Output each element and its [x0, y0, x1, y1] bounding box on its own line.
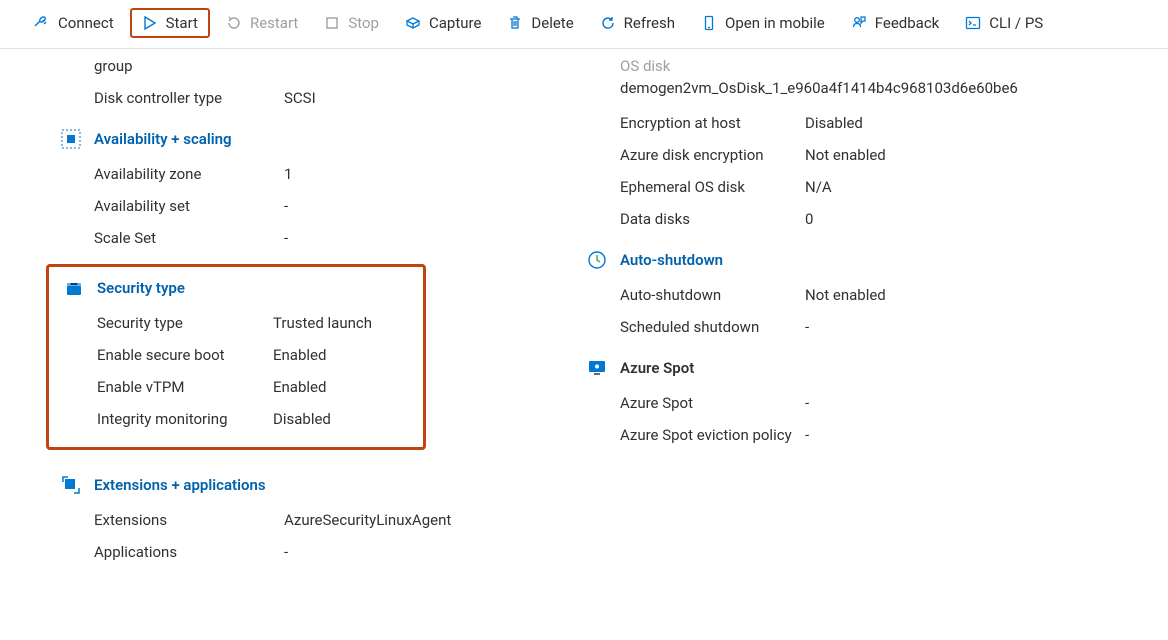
enc-host-label: Encryption at host: [620, 114, 805, 132]
feedback-icon: [851, 15, 867, 31]
os-disk-label-fragment: OS disk: [620, 57, 1140, 75]
spot-eviction-label: Azure Spot eviction policy: [620, 426, 805, 444]
feedback-label: Feedback: [875, 14, 940, 32]
security-type-label: Security type: [97, 314, 273, 332]
applications-value: -: [284, 543, 288, 561]
auto-shutdown-heading-text: Auto-shutdown: [620, 251, 723, 269]
stop-icon: [324, 15, 340, 31]
clock-icon: [586, 249, 608, 271]
play-icon: [142, 15, 158, 31]
open-in-mobile-button[interactable]: Open in mobile: [691, 8, 835, 38]
refresh-icon: [600, 15, 616, 31]
start-label: Start: [166, 14, 198, 32]
azure-spot-value: -: [805, 394, 809, 412]
enc-host-value: Disabled: [805, 114, 863, 132]
data-disks-value: 0: [805, 210, 813, 228]
trash-icon: [507, 15, 523, 31]
security-icon: [63, 277, 85, 299]
mobile-icon: [701, 15, 717, 31]
restart-button: Restart: [216, 8, 308, 38]
connect-label: Connect: [58, 14, 114, 32]
availability-icon: [60, 128, 82, 150]
integrity-value: Disabled: [273, 410, 331, 428]
extensions-heading-text: Extensions + applications: [94, 476, 266, 494]
security-type-highlight: Security type Security typeTrusted launc…: [46, 264, 426, 450]
connect-button[interactable]: Connect: [24, 8, 124, 38]
auto-shutdown-value: Not enabled: [805, 286, 886, 304]
auto-shutdown-label: Auto-shutdown: [620, 286, 805, 304]
connect-icon: [34, 15, 50, 31]
availability-heading-text: Availability + scaling: [94, 130, 232, 148]
azure-spot-label: Azure Spot: [620, 394, 805, 412]
stop-button: Stop: [314, 8, 389, 38]
scheduled-shutdown-value: -: [805, 318, 809, 336]
azure-spot-heading-text: Azure Spot: [620, 359, 694, 377]
delete-label: Delete: [531, 14, 573, 32]
avail-zone-label: Availability zone: [94, 165, 284, 183]
applications-label: Applications: [94, 543, 284, 561]
extensions-value: AzureSecurityLinuxAgent: [284, 511, 451, 529]
stop-label: Stop: [348, 14, 379, 32]
start-button[interactable]: Start: [130, 8, 210, 38]
right-column: OS disk demogen2vm_OsDisk_1_e960a4f1414b…: [620, 57, 1140, 568]
restart-icon: [226, 15, 242, 31]
scheduled-shutdown-label: Scheduled shutdown: [620, 318, 805, 336]
extensions-icon: [60, 474, 82, 496]
secure-boot-label: Enable secure boot: [97, 346, 273, 364]
security-heading-text: Security type: [97, 279, 185, 297]
scale-set-value: -: [284, 229, 288, 247]
restart-label: Restart: [250, 14, 298, 32]
cli-icon: [965, 15, 981, 31]
secure-boot-value: Enabled: [273, 346, 326, 364]
refresh-button[interactable]: Refresh: [590, 8, 685, 38]
data-disks-label: Data disks: [620, 210, 805, 228]
security-type-value: Trusted launch: [273, 314, 372, 332]
vtpm-value: Enabled: [273, 378, 326, 396]
avail-set-value: -: [284, 197, 288, 215]
refresh-label: Refresh: [624, 14, 675, 32]
avail-set-label: Availability set: [94, 197, 284, 215]
vtpm-label: Enable vTPM: [97, 378, 273, 396]
section-extensions-applications[interactable]: Extensions + applications: [60, 460, 620, 504]
eph-os-value: N/A: [805, 178, 832, 196]
content-area: group Disk controller type SCSI Availabi…: [0, 49, 1168, 568]
group-label-fragment: group: [94, 57, 284, 75]
azure-spot-icon: [586, 357, 608, 379]
ade-value: Not enabled: [805, 146, 886, 164]
avail-zone-value: 1: [284, 165, 292, 183]
disk-controller-value: SCSI: [284, 89, 316, 107]
section-availability-scaling[interactable]: Availability + scaling: [60, 114, 620, 158]
command-bar: Connect Start Restart Stop: [0, 0, 1168, 49]
os-disk-value: demogen2vm_OsDisk_1_e960a4f1414b4c968103…: [620, 75, 1140, 107]
section-security-type[interactable]: Security type: [63, 273, 423, 307]
cli-label: CLI / PS: [989, 14, 1043, 32]
cli-ps-button[interactable]: CLI / PS: [955, 8, 1053, 38]
scale-set-label: Scale Set: [94, 229, 284, 247]
capture-icon: [405, 15, 421, 31]
left-column: group Disk controller type SCSI Availabi…: [60, 57, 620, 568]
eph-os-label: Ephemeral OS disk: [620, 178, 805, 196]
capture-label: Capture: [429, 14, 481, 32]
mobile-label: Open in mobile: [725, 14, 825, 32]
section-azure-spot: Azure Spot: [586, 343, 1140, 387]
ade-label: Azure disk encryption: [620, 146, 805, 164]
feedback-button[interactable]: Feedback: [841, 8, 950, 38]
capture-button[interactable]: Capture: [395, 8, 491, 38]
delete-button[interactable]: Delete: [497, 8, 583, 38]
disk-controller-label: Disk controller type: [94, 89, 284, 107]
section-auto-shutdown[interactable]: Auto-shutdown: [586, 235, 1140, 279]
integrity-label: Integrity monitoring: [97, 410, 273, 428]
extensions-label: Extensions: [94, 511, 284, 529]
spot-eviction-value: -: [805, 426, 809, 444]
